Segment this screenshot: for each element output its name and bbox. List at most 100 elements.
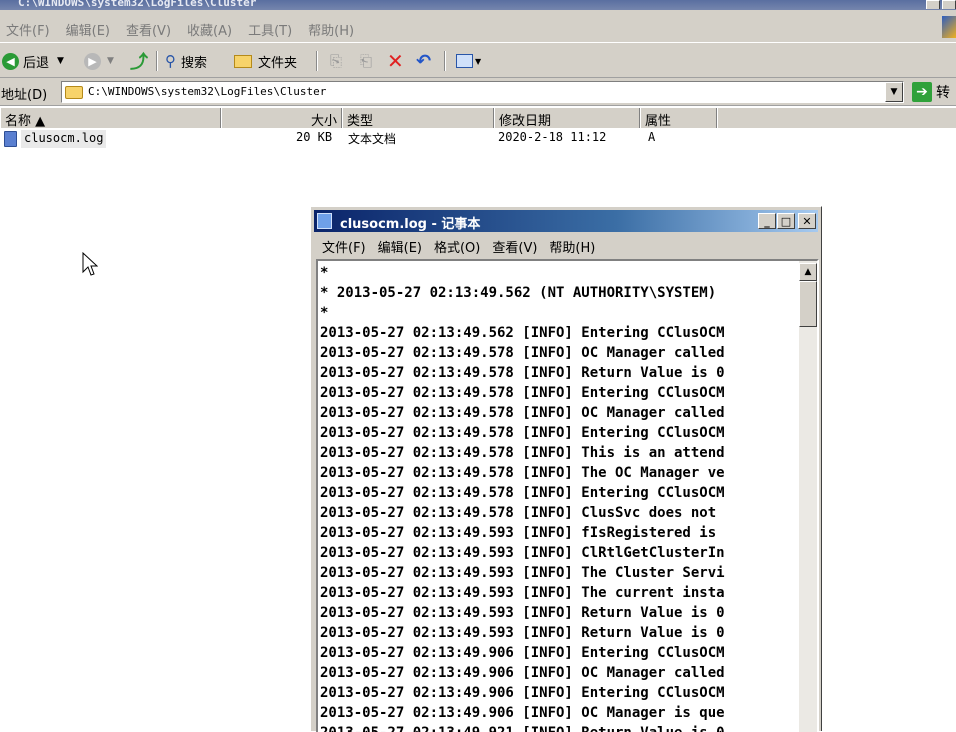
text-line: 2013-05-27 02:13:49.578 [INFO] Entering … [320, 425, 725, 441]
notepad-text: * * 2013-05-27 02:13:49.562 (NT AUTHORIT… [320, 263, 798, 732]
folder-icon [65, 86, 83, 99]
text-line: * [320, 265, 329, 281]
scroll-up-button[interactable]: ▲ [799, 263, 817, 281]
text-line: 2013-05-27 02:13:49.578 [INFO] Return Va… [320, 365, 725, 381]
menu-view[interactable]: 查看(V) [126, 20, 171, 39]
file-modified: 2020-2-18 11:12 [498, 130, 607, 144]
back-button[interactable]: ◀ 后退 ▼ [2, 51, 64, 71]
delete-x-icon: ✕ [387, 49, 404, 73]
views-button[interactable]: ▼ [456, 51, 481, 71]
notepad-minimize-button[interactable]: _ [758, 213, 776, 229]
chevron-down-icon: ▼ [475, 56, 482, 66]
delete-button[interactable]: ✕ [387, 49, 404, 73]
menu-file[interactable]: 文件(F) [6, 20, 50, 39]
file-name[interactable]: clusocm.log [21, 130, 107, 148]
column-header-filler [717, 108, 956, 128]
menu-favorites[interactable]: 收藏(A) [187, 20, 232, 39]
chevron-down-icon: ▼ [107, 56, 114, 66]
text-line: 2013-05-27 02:13:49.906 [INFO] OC Manage… [320, 665, 725, 681]
address-path: C:\WINDOWS\system32\LogFiles\Cluster [88, 85, 327, 98]
folders-button[interactable]: 文件夹 [234, 51, 297, 71]
address-dropdown-button[interactable]: ▼ [885, 82, 903, 102]
address-input[interactable]: C:\WINDOWS\system32\LogFiles\Cluster ▼ [61, 81, 904, 103]
text-line: 2013-05-27 02:13:49.578 [INFO] This is a… [320, 445, 725, 461]
search-button[interactable]: ⚲ 搜索 [165, 51, 207, 71]
explorer-titlebar: C:\WINDOWS\system32\LogFiles\Cluster [0, 0, 956, 10]
folder-icon [234, 54, 252, 68]
menu-edit[interactable]: 编辑(E) [66, 20, 110, 39]
up-folder-icon: ⤴ [130, 52, 148, 73]
file-attributes: A [648, 130, 656, 144]
text-line: 2013-05-27 02:13:49.593 [INFO] The curre… [320, 585, 725, 601]
address-bar: 地址(D) C:\WINDOWS\system32\LogFiles\Clust… [0, 78, 956, 106]
notepad-titlebar[interactable]: clusocm.log - 记事本 _ □ ✕ [314, 210, 818, 232]
text-line: 2013-05-27 02:13:49.578 [INFO] ClusSvc d… [320, 505, 717, 521]
notepad-menu-file[interactable]: 文件(F) [322, 235, 366, 257]
notepad-title: clusocm.log - 记事本 [340, 217, 481, 232]
file-list-header: 名称 ▲ 大小 类型 修改日期 属性 [0, 108, 956, 129]
folders-label: 文件夹 [258, 55, 298, 71]
chevron-down-icon: ▼ [57, 56, 64, 66]
scrollbar-thumb[interactable] [799, 281, 817, 327]
mouse-cursor-icon [82, 252, 98, 276]
vertical-scrollbar[interactable]: ▲ [799, 261, 817, 732]
file-size: 20 KB [296, 130, 333, 144]
notepad-menubar: 文件(F) 编辑(E) 格式(O) 查看(V) 帮助(H) [314, 235, 818, 257]
back-arrow-icon: ◀ [2, 52, 19, 70]
up-folder-button[interactable]: ⤴ [130, 51, 148, 73]
move-to-button[interactable]: ⎘ [330, 51, 342, 71]
forward-arrow-icon: ▶ [84, 52, 101, 70]
go-button[interactable]: ➔ 转 [912, 82, 950, 102]
menu-help[interactable]: 帮助(H) [308, 20, 354, 39]
text-line: 2013-05-27 02:13:49.578 [INFO] Entering … [320, 385, 725, 401]
text-file-icon [4, 131, 17, 147]
explorer-menubar: 文件(F) 编辑(E) 查看(V) 收藏(A) 工具(T) 帮助(H) [0, 10, 956, 42]
text-line: 2013-05-27 02:13:49.578 [INFO] OC Manage… [320, 345, 725, 361]
text-line: * [320, 305, 329, 321]
maximize-button[interactable] [942, 0, 956, 9]
text-line: 2013-05-27 02:13:49.593 [INFO] ClRtlGetC… [320, 545, 725, 561]
undo-icon: ↶ [416, 50, 432, 72]
explorer-title: C:\WINDOWS\system32\LogFiles\Cluster [18, 0, 257, 9]
notepad-text-area[interactable]: * * 2013-05-27 02:13:49.562 (NT AUTHORIT… [316, 259, 819, 732]
forward-button[interactable]: ▶ ▼ [84, 51, 114, 71]
text-line: 2013-05-27 02:13:49.578 [INFO] Entering … [320, 485, 725, 501]
text-line: 2013-05-27 02:13:49.906 [INFO] Entering … [320, 645, 725, 661]
notepad-menu-format[interactable]: 格式(O) [434, 235, 480, 257]
search-icon: ⚲ [165, 52, 176, 70]
toolbar-separator [444, 51, 446, 71]
column-header-type[interactable]: 类型 [342, 108, 494, 129]
move-to-icon: ⎘ [330, 52, 343, 70]
copy-to-button[interactable]: ⎗ [360, 51, 372, 71]
notepad-menu-view[interactable]: 查看(V) [492, 235, 537, 257]
column-header-size[interactable]: 大小 [221, 108, 342, 129]
address-label: 地址(D) [1, 88, 48, 103]
file-type: 文本文档 [348, 132, 397, 146]
column-header-modified[interactable]: 修改日期 [494, 108, 640, 129]
text-line: 2013-05-27 02:13:49.593 [INFO] fIsRegist… [320, 525, 717, 541]
explorer-toolbar: ◀ 后退 ▼ ▶ ▼ ⤴ ⚲ 搜索 文件夹 ⎘ ⎗ ✕ ↶ ▼ [0, 42, 956, 78]
text-line: 2013-05-27 02:13:49.593 [INFO] Return Va… [320, 605, 725, 621]
copy-to-icon: ⎗ [360, 52, 373, 70]
text-line: * 2013-05-27 02:13:49.562 (NT AUTHORITY\… [320, 285, 717, 301]
notepad-icon [317, 213, 332, 229]
column-header-attributes[interactable]: 属性 [640, 108, 717, 129]
text-line: 2013-05-27 02:13:49.578 [INFO] The OC Ma… [320, 465, 725, 481]
views-icon [456, 54, 473, 68]
go-arrow-icon: ➔ [912, 82, 932, 102]
notepad-maximize-button[interactable]: □ [777, 213, 795, 229]
notepad-menu-edit[interactable]: 编辑(E) [378, 235, 422, 257]
text-line: 2013-05-27 02:13:49.578 [INFO] OC Manage… [320, 405, 725, 421]
undo-button[interactable]: ↶ [416, 50, 432, 72]
column-header-name[interactable]: 名称 ▲ [0, 108, 221, 129]
windows-logo-icon [942, 16, 956, 38]
search-label: 搜索 [181, 55, 208, 71]
minimize-button[interactable] [926, 0, 940, 9]
text-line: 2013-05-27 02:13:49.593 [INFO] Return Va… [320, 625, 725, 641]
notepad-menu-help[interactable]: 帮助(H) [549, 235, 595, 257]
text-line: 2013-05-27 02:13:49.593 [INFO] The Clust… [320, 565, 725, 581]
go-label: 转 [936, 85, 950, 101]
menu-tools[interactable]: 工具(T) [248, 20, 292, 39]
back-label: 后退 [23, 55, 50, 71]
notepad-close-button[interactable]: ✕ [798, 213, 816, 229]
